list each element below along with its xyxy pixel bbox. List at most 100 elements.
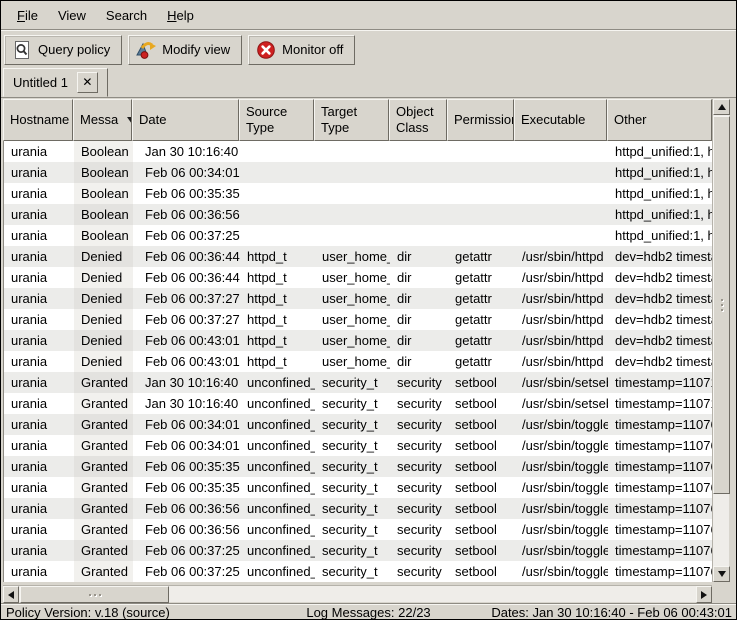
app-window: FileViewSearchHelp Query policy: [0, 0, 737, 620]
cell-target-type: security_t: [315, 456, 390, 477]
table-row[interactable]: uraniaGrantedFeb 06 00:35:35unconfined_s…: [4, 456, 712, 477]
cell-permission: setbool: [448, 414, 515, 435]
tab-close-button[interactable]: ✕: [77, 72, 98, 93]
cell-hostname: urania: [4, 393, 74, 414]
table-row[interactable]: uraniaDeniedFeb 06 00:36:44httpd_tuser_h…: [4, 246, 712, 267]
menu-file[interactable]: File: [7, 2, 48, 29]
cell-target-type: [315, 162, 390, 183]
column-header-date[interactable]: Date: [132, 99, 239, 141]
horizontal-scrollbar[interactable]: [3, 585, 712, 602]
cell-permission: getattr: [448, 309, 515, 330]
table-row[interactable]: uraniaBooleanFeb 06 00:35:35httpd_unifie…: [4, 183, 712, 204]
cell-hostname: urania: [4, 519, 74, 540]
cell-hostname: urania: [4, 183, 74, 204]
column-header-other[interactable]: Other: [607, 99, 712, 141]
table-row[interactable]: uraniaDeniedFeb 06 00:43:01httpd_tuser_h…: [4, 330, 712, 351]
menu-help[interactable]: Help: [157, 2, 204, 29]
cell-object-class: [390, 141, 448, 162]
cell-message: Denied: [74, 267, 133, 288]
cell-message: Boolean: [74, 183, 133, 204]
cell-source-type: httpd_t: [240, 246, 315, 267]
button-label: Query policy: [38, 42, 110, 57]
vertical-scroll-thumb[interactable]: [713, 116, 730, 494]
table-row[interactable]: uraniaGrantedJan 30 10:16:40unconfined_s…: [4, 372, 712, 393]
cell-hostname: urania: [4, 435, 74, 456]
table-row[interactable]: uraniaGrantedFeb 06 00:37:25unconfined_s…: [4, 540, 712, 561]
cell-message: Boolean: [74, 141, 133, 162]
cell-executable: /usr/sbin/httpd: [515, 309, 608, 330]
arrow-up-icon: [718, 104, 726, 110]
cell-source-type: [240, 162, 315, 183]
scroll-right-button[interactable]: [696, 586, 712, 603]
cell-object-class: dir: [390, 267, 448, 288]
table-row[interactable]: uraniaBooleanFeb 06 00:36:56httpd_unifie…: [4, 204, 712, 225]
cell-other: timestamp=11071: [608, 372, 712, 393]
scroll-up-button[interactable]: [713, 99, 730, 115]
cell-executable: [515, 141, 608, 162]
cell-date: Feb 06 00:36:44: [133, 246, 240, 267]
table-row[interactable]: uraniaDeniedFeb 06 00:43:01httpd_tuser_h…: [4, 351, 712, 372]
cell-other: timestamp=11071: [608, 393, 712, 414]
cell-executable: /usr/sbin/httpd: [515, 288, 608, 309]
table-row[interactable]: uraniaGrantedFeb 06 00:36:56unconfined_s…: [4, 519, 712, 540]
cell-object-class: [390, 183, 448, 204]
column-header-permission[interactable]: Permission: [447, 99, 514, 141]
cell-date: Feb 06 00:34:01: [133, 162, 240, 183]
tab-untitled-1[interactable]: Untitled 1 ✕: [3, 68, 108, 97]
cell-source-type: unconfined_: [240, 498, 315, 519]
cell-executable: /usr/sbin/toggle: [515, 414, 608, 435]
column-label: Messa: [80, 112, 118, 128]
table-row[interactable]: uraniaGrantedFeb 06 00:37:25unconfined_s…: [4, 561, 712, 582]
column-header-target-type[interactable]: Target Type: [314, 99, 389, 141]
table-row[interactable]: uraniaBooleanJan 30 10:16:40httpd_unifie…: [4, 141, 712, 162]
cell-object-class: security: [390, 519, 448, 540]
cell-source-type: unconfined_: [240, 435, 315, 456]
query-policy-button[interactable]: Query policy: [4, 35, 122, 65]
cell-permission: getattr: [448, 330, 515, 351]
cell-other: timestamp=11076: [608, 477, 712, 498]
table-row[interactable]: uraniaGrantedFeb 06 00:34:01unconfined_s…: [4, 414, 712, 435]
modify-view-button[interactable]: Modify view: [128, 35, 242, 65]
table-row[interactable]: uraniaGrantedFeb 06 00:34:01unconfined_s…: [4, 435, 712, 456]
table-row[interactable]: uraniaGrantedFeb 06 00:36:56unconfined_s…: [4, 498, 712, 519]
cell-hostname: urania: [4, 309, 74, 330]
table-row[interactable]: uraniaDeniedFeb 06 00:37:27httpd_tuser_h…: [4, 288, 712, 309]
cell-message: Denied: [74, 309, 133, 330]
cell-hostname: urania: [4, 330, 74, 351]
arrow-right-icon: [701, 591, 707, 599]
cell-date: Feb 06 00:37:25: [133, 225, 240, 246]
cell-message: Granted: [74, 435, 133, 456]
cell-permission: setbool: [448, 561, 515, 582]
table-row[interactable]: uraniaGrantedJan 30 10:16:40unconfined_s…: [4, 393, 712, 414]
column-header-message[interactable]: Messa: [73, 99, 132, 141]
scroll-left-button[interactable]: [3, 586, 19, 603]
menu-view[interactable]: View: [48, 2, 96, 29]
table-row[interactable]: uraniaGrantedFeb 06 00:35:35unconfined_s…: [4, 477, 712, 498]
cell-hostname: urania: [4, 267, 74, 288]
cell-executable: /usr/sbin/httpd: [515, 246, 608, 267]
column-label: Executable: [521, 112, 585, 128]
scroll-down-button[interactable]: [713, 566, 730, 582]
table-row[interactable]: uraniaBooleanFeb 06 00:37:25httpd_unifie…: [4, 225, 712, 246]
cell-executable: /usr/sbin/httpd: [515, 351, 608, 372]
monitor-off-button[interactable]: Monitor off: [248, 35, 355, 65]
tab-bar: Untitled 1 ✕: [1, 67, 736, 97]
cell-hostname: urania: [4, 246, 74, 267]
horizontal-scroll-thumb[interactable]: [20, 586, 169, 603]
cell-permission: getattr: [448, 288, 515, 309]
column-header-executable[interactable]: Executable: [514, 99, 607, 141]
button-label: Modify view: [162, 42, 230, 57]
column-header-hostname[interactable]: Hostname: [3, 99, 73, 141]
vertical-scrollbar[interactable]: [712, 99, 729, 582]
cell-target-type: user_home_: [315, 288, 390, 309]
column-header-source-type[interactable]: Source Type: [239, 99, 314, 141]
cell-permission: setbool: [448, 393, 515, 414]
button-label: Monitor off: [282, 42, 343, 57]
table-row[interactable]: uraniaDeniedFeb 06 00:37:27httpd_tuser_h…: [4, 309, 712, 330]
menu-search[interactable]: Search: [96, 2, 157, 29]
cell-other: dev=hdb2 timesta: [608, 288, 712, 309]
table-row[interactable]: uraniaDeniedFeb 06 00:36:44httpd_tuser_h…: [4, 267, 712, 288]
table-row[interactable]: uraniaBooleanFeb 06 00:34:01httpd_unifie…: [4, 162, 712, 183]
column-header-object-class[interactable]: Object Class: [389, 99, 447, 141]
cell-target-type: [315, 141, 390, 162]
